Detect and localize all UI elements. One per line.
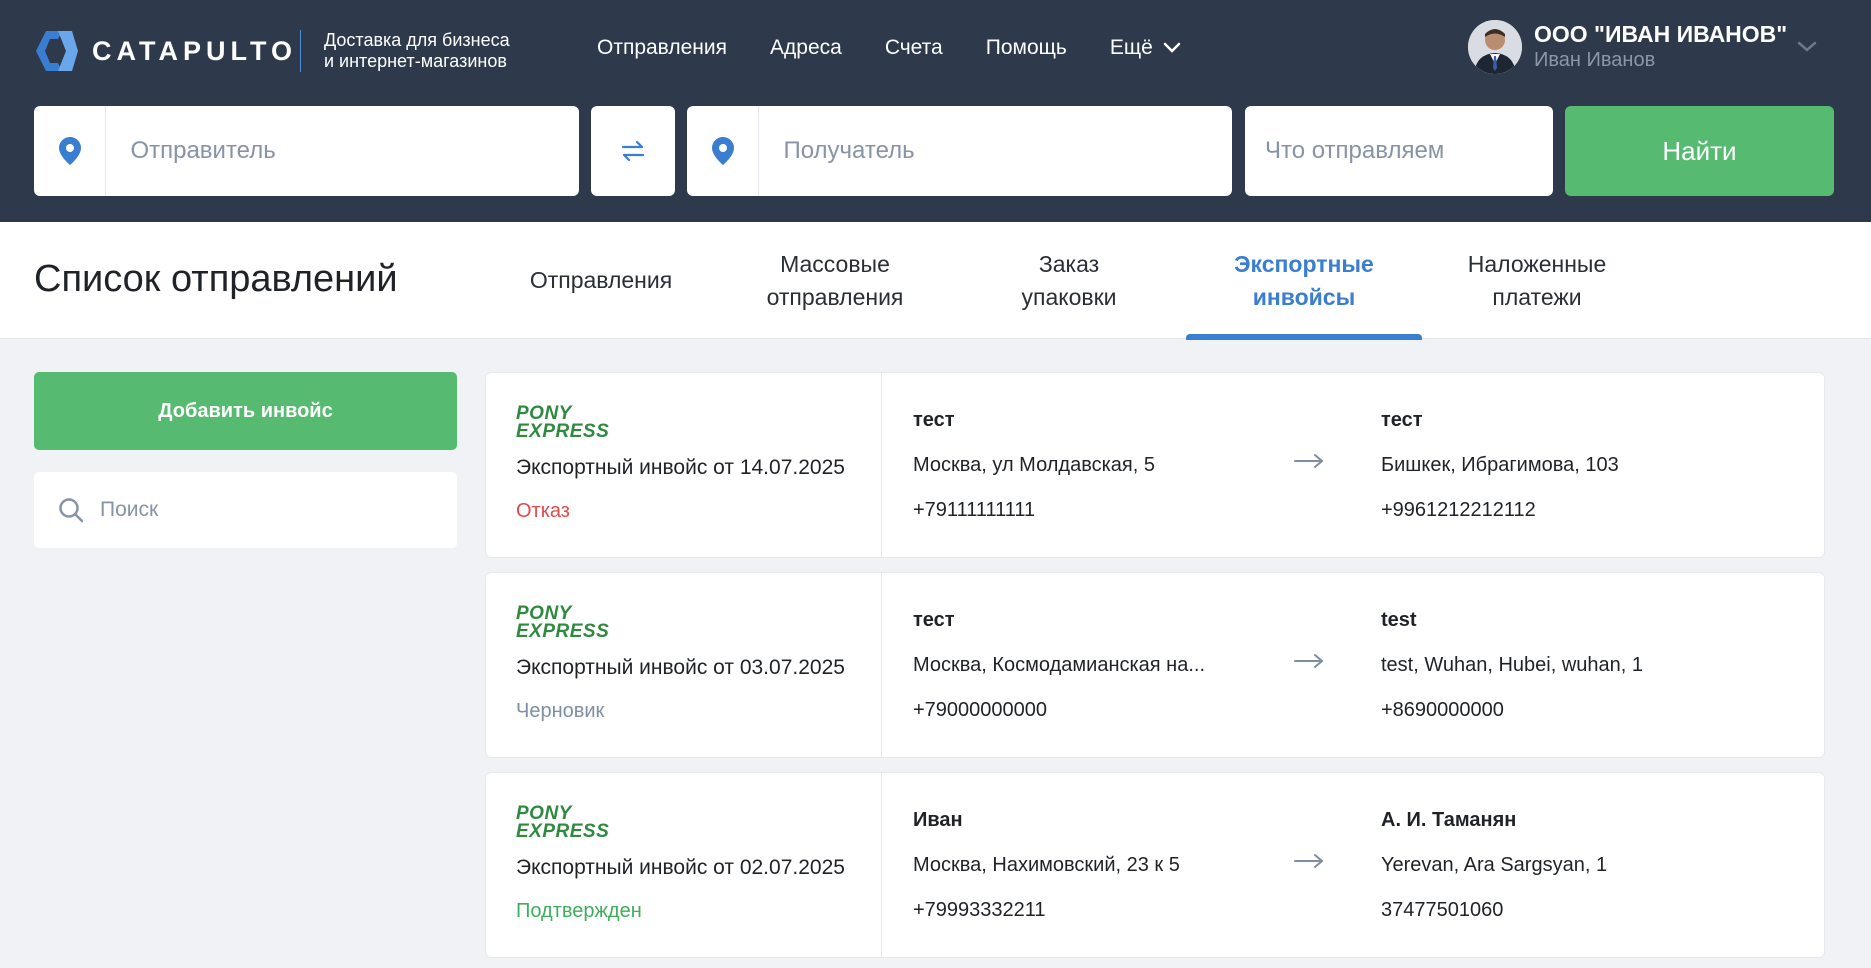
status-badge: Черновик xyxy=(516,700,605,722)
swap-arrows-icon xyxy=(621,140,645,162)
tagline: Доставка для бизнеса и интернет-магазино… xyxy=(324,30,510,72)
logo-divider xyxy=(300,30,301,72)
sender-field xyxy=(34,106,579,196)
chevron-down-icon xyxy=(1163,42,1181,53)
tab-label: Заказ xyxy=(1038,250,1100,277)
tab-label: платежи xyxy=(1492,283,1582,310)
tagline-line1: Доставка для бизнеса xyxy=(324,30,510,50)
invoice-summary: PONY EXPRESS Экспортный инвойс от 03.07.2… xyxy=(486,573,882,757)
tab-cod-payments[interactable]: Наложенные платежи xyxy=(1419,222,1655,339)
sender-name: тест xyxy=(913,609,955,631)
user-company: ООО "ИВАН ИВАНОВ" xyxy=(1534,21,1788,47)
receiver-phone: +9961212212112 xyxy=(1381,499,1536,521)
arrow-right-icon xyxy=(1294,454,1324,468)
tab-label: Массовые xyxy=(780,250,890,277)
user-chevron-down-icon[interactable] xyxy=(1797,40,1817,54)
tab-label: упаковки xyxy=(1021,283,1117,310)
user-name: Иван Иванов xyxy=(1534,49,1656,71)
receiver-pin-icon xyxy=(687,106,760,196)
invoice-title: Экспортный инвойс от 14.07.2025 xyxy=(516,456,845,479)
sender-input[interactable] xyxy=(106,137,579,165)
invoice-card[interactable]: PONY EXPRESS Экспортный инвойс от 02.07.2… xyxy=(485,772,1825,958)
top-header: CATAPULTO Доставка для бизнеса и интерне… xyxy=(0,0,1871,222)
receiver-field xyxy=(687,106,1232,196)
status-badge: Отказ xyxy=(516,500,570,522)
search-input[interactable] xyxy=(100,498,400,522)
invoice-card[interactable]: PONY EXPRESS Экспортный инвойс от 14.07.2… xyxy=(485,372,1825,558)
receiver-phone: 37477501060 xyxy=(1381,899,1504,921)
what-input[interactable] xyxy=(1245,137,1553,165)
receiver-phone: +8690000000 xyxy=(1381,699,1504,721)
tagline-line2: и интернет-магазинов xyxy=(324,51,507,71)
tab-label: Наложенные xyxy=(1467,250,1607,277)
tab-export-invoices[interactable]: Экспортные инвойсы xyxy=(1186,222,1422,340)
user-info: ООО "ИВАН ИВАНОВ" Иван Иванов xyxy=(1534,21,1787,73)
tab-label: отправления xyxy=(766,283,904,310)
invoice-title: Экспортный инвойс от 02.07.2025 xyxy=(516,856,845,879)
catapulto-logo[interactable]: CATAPULTO xyxy=(32,30,297,72)
arrow-right-icon xyxy=(1294,654,1324,668)
invoice-card[interactable]: PONY EXPRESS Экспортный инвойс от 03.07.2… xyxy=(485,572,1825,758)
sender-address: Москва, Космодамианская на... xyxy=(913,654,1206,676)
receiver-address: test, Wuhan, Hubei, wuhan, 1 xyxy=(1381,654,1644,676)
swap-button[interactable] xyxy=(591,106,675,196)
invoice-search xyxy=(34,472,457,548)
nav-help[interactable]: Помощь xyxy=(986,36,1067,60)
tab-label: Экспортные xyxy=(1234,250,1374,277)
sender-phone: +79993332211 xyxy=(913,899,1046,921)
receiver-name: тест xyxy=(1381,409,1423,431)
sender-address: Москва, ул Молдавская, 5 xyxy=(913,454,1155,476)
sender-name: тест xyxy=(913,409,955,431)
sender-address: Москва, Нахимовский, 23 к 5 xyxy=(913,854,1180,876)
receiver-address: Yerevan, Ara Sargsyan, 1 xyxy=(1381,854,1608,876)
nav-invoices[interactable]: Счета xyxy=(885,36,943,60)
sender-pin-icon xyxy=(34,106,107,196)
tab-packaging-order[interactable]: Заказ упаковки xyxy=(951,222,1187,339)
avatar-photo-icon xyxy=(1468,20,1522,74)
tabs-bar: Список отправлений Отправления Массовые о… xyxy=(0,222,1871,340)
receiver-input[interactable] xyxy=(759,137,1232,165)
invoice-summary: PONY EXPRESS Экспортный инвойс от 14.07.2… xyxy=(486,373,882,557)
status-badge: Подтвержден xyxy=(516,900,642,922)
receiver-name: А. И. Таманян xyxy=(1381,809,1517,831)
pony-express-logo: PONY EXPRESS xyxy=(516,603,610,642)
tab-shipments[interactable]: Отправления xyxy=(483,222,719,339)
arrow-right-icon xyxy=(1294,854,1324,868)
nav-more-label: Ещё xyxy=(1109,36,1153,59)
sender-phone: +79111111111 xyxy=(913,499,1036,521)
catapulto-logo-icon xyxy=(36,31,78,71)
pony-express-logo: PONY EXPRESS xyxy=(516,403,610,442)
find-button[interactable]: Найти xyxy=(1565,106,1834,196)
avatar xyxy=(1468,20,1522,74)
nav-shipments[interactable]: Отправления xyxy=(597,36,727,60)
nav-more[interactable]: Ещё xyxy=(1110,36,1181,60)
nav-addresses[interactable]: Адреса xyxy=(770,36,842,60)
add-invoice-button[interactable]: Добавить инвойс xyxy=(34,372,457,450)
main-nav: Отправления Адреса Счета Помощь Ещё xyxy=(597,36,1224,60)
invoice-title: Экспортный инвойс от 03.07.2025 xyxy=(516,656,845,679)
tab-mass-shipments[interactable]: Массовые отправления xyxy=(717,222,953,339)
receiver-name: test xyxy=(1381,609,1417,631)
pony-express-logo: PONY EXPRESS xyxy=(516,803,610,842)
user-menu[interactable]: ООО "ИВАН ИВАНОВ" Иван Иванов xyxy=(1468,20,1787,74)
sender-name: Иван xyxy=(913,809,963,831)
logo-text: CATAPULTO xyxy=(92,35,297,66)
search-icon xyxy=(59,498,84,523)
what-field xyxy=(1245,106,1553,196)
tab-label: Отправления xyxy=(529,267,673,293)
page-title: Список отправлений xyxy=(34,258,398,300)
sender-phone: +79000000000 xyxy=(913,699,1048,721)
invoice-summary: PONY EXPRESS Экспортный инвойс от 02.07.2… xyxy=(486,773,882,957)
tab-label: инвойсы xyxy=(1252,283,1356,310)
receiver-address: Бишкек, Ибрагимова, 103 xyxy=(1381,454,1619,476)
